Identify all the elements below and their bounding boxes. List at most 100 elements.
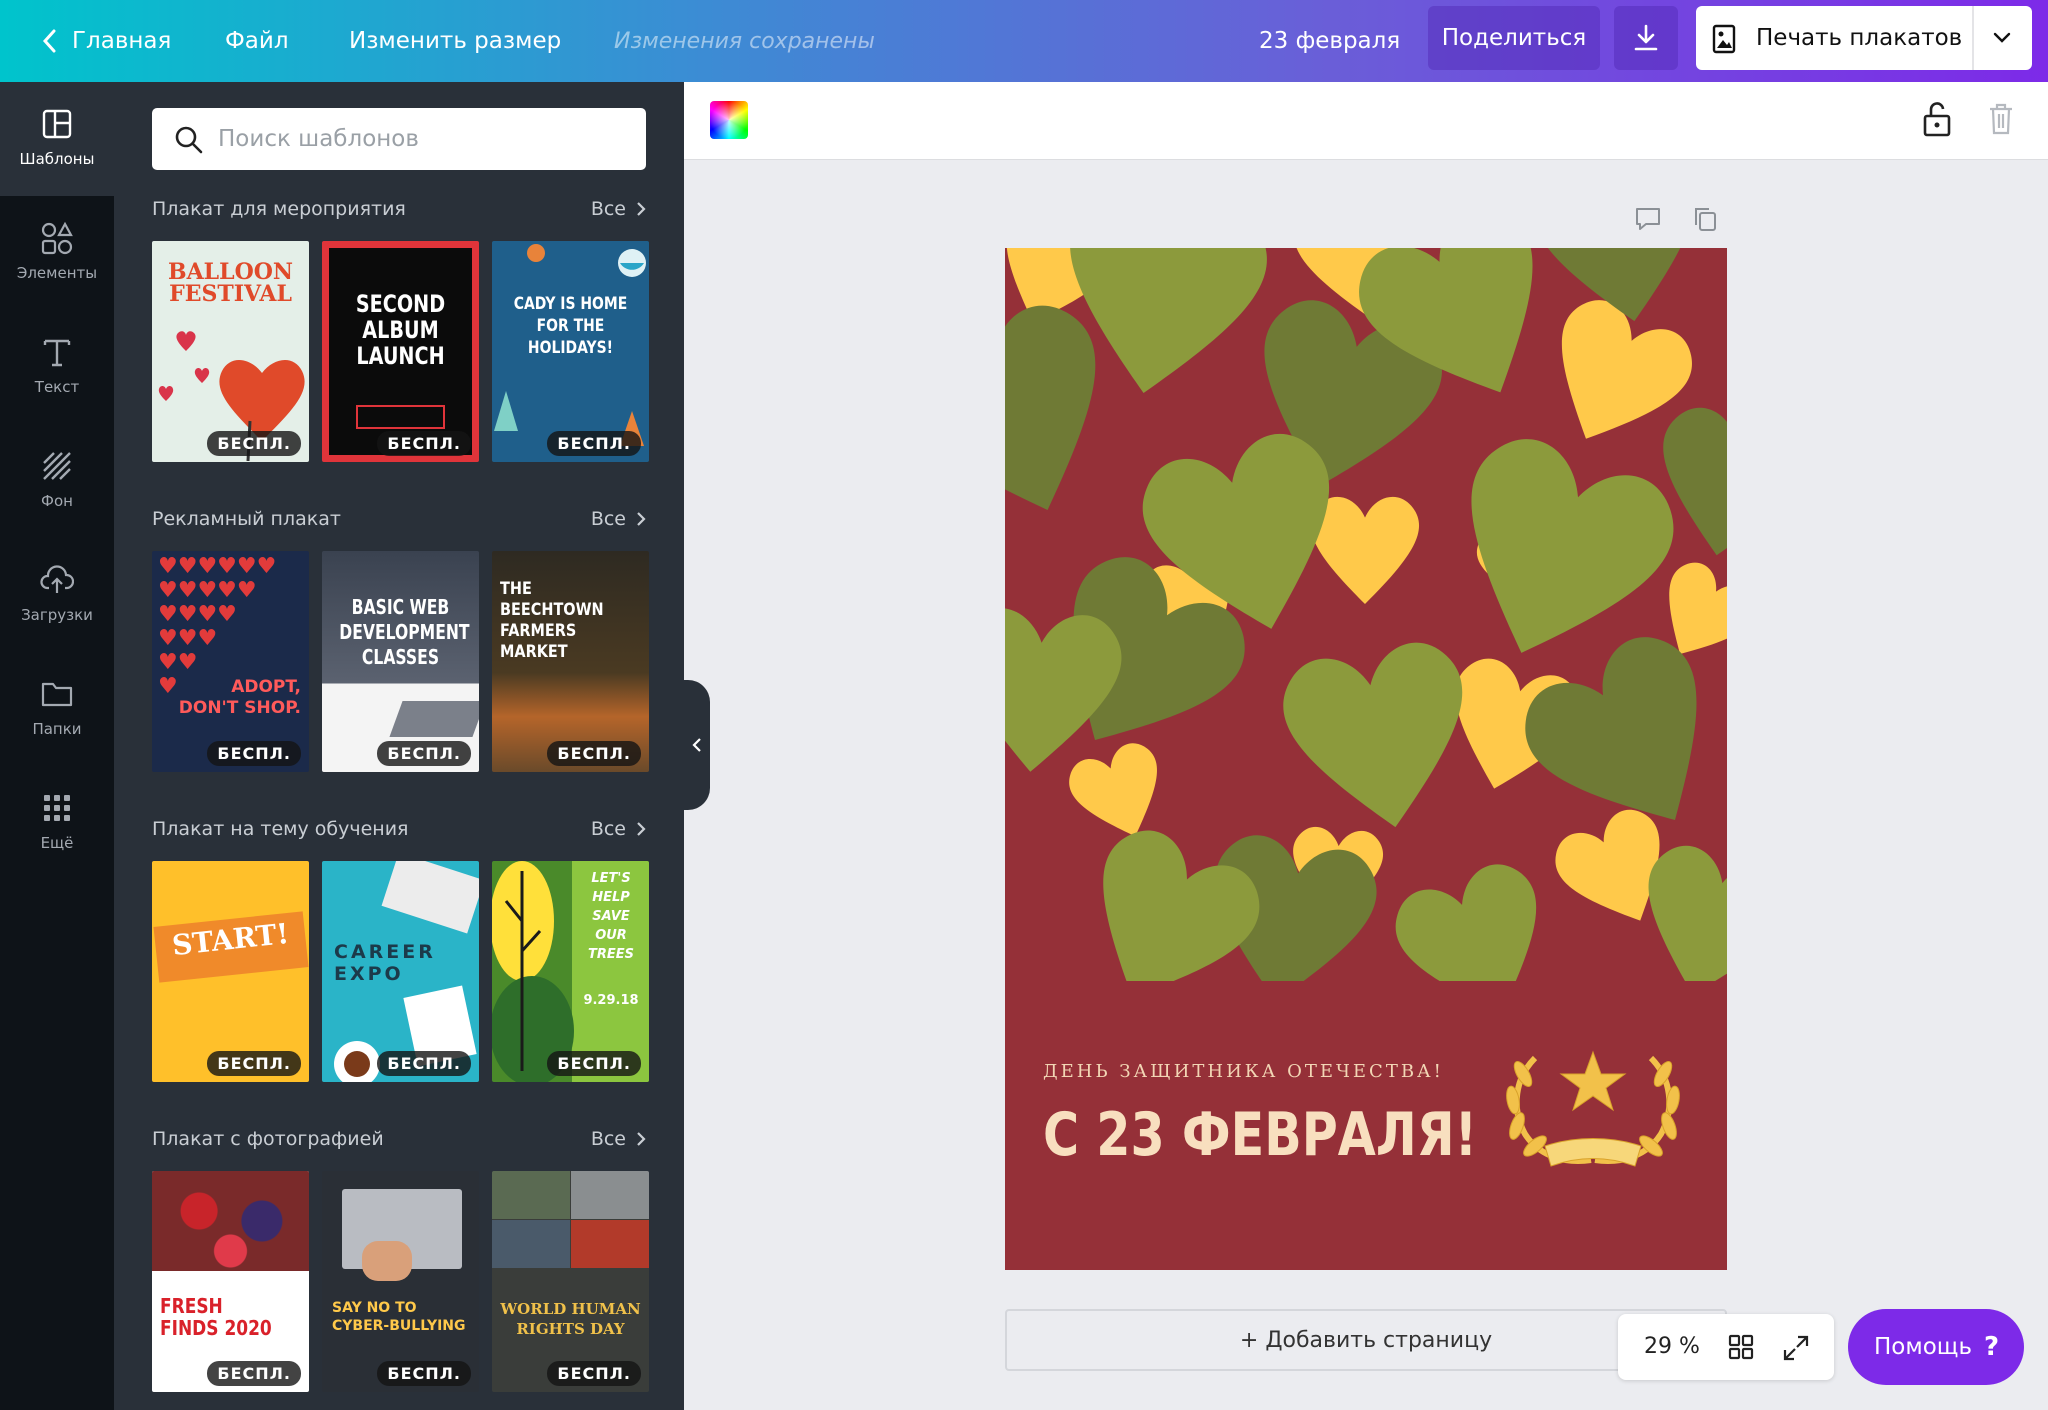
- help-button[interactable]: Помощь ?: [1848, 1309, 2024, 1385]
- rail-label: Фон: [41, 492, 73, 510]
- search-input[interactable]: [218, 108, 628, 170]
- thumb-title: TREES: [587, 947, 634, 962]
- thumb-title: THE BEECHTOWN: [500, 579, 604, 620]
- thumb-title: SAY NO TO: [332, 1300, 417, 1316]
- template-thumbnail[interactable]: CAREER EXPO БЕСПЛ.: [322, 861, 479, 1082]
- collapse-panel-button[interactable]: [684, 680, 710, 810]
- trash-icon[interactable]: [1988, 102, 2014, 136]
- fullscreen-icon[interactable]: [1782, 1334, 1810, 1362]
- svg-text:♥♥♥♥♥: ♥♥♥♥♥: [158, 578, 257, 603]
- question-mark-icon: ?: [1984, 1332, 2000, 1362]
- side-rail: Шаблоны Элементы Текст Фон Загрузки Папк…: [0, 82, 114, 1410]
- unlock-icon[interactable]: [1922, 100, 1952, 138]
- rail-label: Элементы: [16, 264, 98, 282]
- section-title: Рекламный плакат: [152, 508, 341, 530]
- see-all-link[interactable]: Все: [591, 499, 646, 539]
- rail-item-text[interactable]: Текст: [0, 310, 114, 424]
- thumb-title: DEVELOPMENT: [339, 620, 470, 644]
- template-thumbnail[interactable]: BASIC WEB DEVELOPMENT CLASSES БЕСПЛ.: [322, 551, 479, 772]
- free-badge: БЕСПЛ.: [377, 1051, 471, 1076]
- print-label: Печать плакатов: [1756, 25, 1963, 51]
- folder-icon: [39, 676, 75, 712]
- editor-toolbar: [684, 82, 2048, 160]
- poster-subtitle[interactable]: ДЕНЬ ЗАЩИТНИКА ОТЕЧЕСТВА!: [1043, 1061, 1444, 1082]
- hearts-pattern: [1005, 248, 1727, 981]
- rail-item-uploads[interactable]: Загрузки: [0, 538, 114, 652]
- upload-icon: [39, 562, 75, 598]
- chevron-right-icon: [637, 202, 646, 216]
- template-thumbnail[interactable]: SECOND ALBUM LAUNCH БЕСПЛ.: [322, 241, 479, 462]
- svg-text:♥♥♥♥: ♥♥♥♥: [158, 602, 237, 627]
- elements-icon: [39, 220, 75, 256]
- section-header: Плакат для мероприятия Все: [152, 189, 646, 229]
- download-button[interactable]: [1614, 6, 1678, 70]
- see-all-link[interactable]: Все: [591, 1119, 646, 1159]
- thumb-title: WORLD HUMAN: [500, 1300, 641, 1318]
- file-menu[interactable]: Файл: [225, 0, 289, 82]
- chevron-left-icon: [692, 738, 701, 752]
- section-header: Рекламный плакат Все: [152, 499, 646, 539]
- see-all-link[interactable]: Все: [591, 809, 646, 849]
- thumb-title: HELP: [592, 890, 630, 905]
- rail-item-background[interactable]: Фон: [0, 424, 114, 538]
- save-status: Изменения сохранены: [614, 28, 875, 54]
- see-all-link[interactable]: Все: [591, 189, 646, 229]
- template-thumbnail[interactable]: BALLOON FESTIVAL БЕСПЛ.: [152, 241, 309, 462]
- template-search: [152, 108, 646, 170]
- free-badge: БЕСПЛ.: [547, 1051, 641, 1076]
- color-picker-swatch[interactable]: [710, 101, 748, 139]
- text-icon: [39, 334, 75, 370]
- grid-view-icon[interactable]: [1728, 1334, 1754, 1360]
- thumb-title: FESTIVAL: [169, 281, 292, 307]
- rail-item-more[interactable]: Ещё: [0, 766, 114, 880]
- template-thumbnail[interactable]: SAY NO TO CYBER-BULLYING БЕСПЛ.: [322, 1171, 479, 1392]
- thumb-title: LET'S: [591, 871, 631, 886]
- thumb-title: EXPO: [334, 963, 404, 985]
- free-badge: БЕСПЛ.: [207, 741, 301, 766]
- help-label: Помощь: [1874, 1334, 1973, 1360]
- print-options-dropdown[interactable]: [1972, 6, 2032, 70]
- template-thumbnail[interactable]: WORLD HUMAN RIGHTS DAY БЕСПЛ.: [492, 1171, 649, 1392]
- print-posters-button[interactable]: Печать плакатов: [1696, 6, 2032, 70]
- template-thumbnail[interactable]: ♥♥♥♥♥♥ ♥♥♥♥♥ ♥♥♥♥ ♥♥♥ ♥♥ ♥ ADOPT, DON'T S…: [152, 551, 309, 772]
- templates-icon: [39, 106, 75, 142]
- resize-button[interactable]: Изменить размер: [349, 0, 561, 82]
- free-badge: БЕСПЛ.: [547, 741, 641, 766]
- free-badge: БЕСПЛ.: [207, 1361, 301, 1386]
- section-title: Плакат на тему обучения: [152, 818, 409, 840]
- template-thumbnail[interactable]: FRESH FINDS 2020 БЕСПЛ.: [152, 1171, 309, 1392]
- poster-title[interactable]: С 23 ФЕВРАЛЯ!: [1043, 1100, 1477, 1170]
- free-badge: БЕСПЛ.: [377, 1361, 471, 1386]
- thumb-date: 9.29.18: [583, 993, 639, 1008]
- template-thumbnail[interactable]: START! БЕСПЛ.: [152, 861, 309, 1082]
- thumb-title: FOR THE: [536, 316, 605, 336]
- duplicate-page-icon[interactable]: [1692, 205, 1718, 233]
- more-icon: [39, 790, 75, 826]
- template-thumbnail[interactable]: LET'S HELP SAVE OUR TREES 9.29.18 БЕСПЛ.: [492, 861, 649, 1082]
- home-button[interactable]: Главная: [40, 0, 171, 82]
- free-badge: БЕСПЛ.: [207, 1051, 301, 1076]
- see-all-label: Все: [590, 1128, 626, 1150]
- rail-item-folders[interactable]: Папки: [0, 652, 114, 766]
- templates-panel: Плакат для мероприятия Все BALLOONFESTIV…: [114, 82, 684, 1410]
- share-button[interactable]: Поделиться: [1428, 6, 1600, 70]
- search-icon: [175, 126, 203, 154]
- thumb-title: LAUNCH: [356, 342, 445, 370]
- template-thumbnail[interactable]: CADY IS HOME FOR THE HOLIDAYS! БЕСПЛ.: [492, 241, 649, 462]
- document-title[interactable]: 23 февраля: [1259, 0, 1400, 82]
- thumb-title: SECOND: [355, 290, 446, 318]
- zoom-controls: 29 %: [1618, 1314, 1834, 1380]
- zoom-level[interactable]: 29 %: [1644, 1314, 1700, 1380]
- free-badge: БЕСПЛ.: [207, 431, 301, 456]
- rail-item-templates[interactable]: Шаблоны: [0, 82, 114, 196]
- free-badge: БЕСПЛ.: [377, 431, 471, 456]
- comment-icon[interactable]: [1634, 206, 1662, 232]
- thumb-title: FARMERS: [500, 621, 577, 641]
- free-badge: БЕСПЛ.: [377, 741, 471, 766]
- rail-item-elements[interactable]: Элементы: [0, 196, 114, 310]
- poster-canvas[interactable]: ДЕНЬ ЗАЩИТНИКА ОТЕЧЕСТВА! С 23 ФЕВРАЛЯ!: [1005, 248, 1727, 1270]
- template-thumbnail[interactable]: THE BEECHTOWN FARMERS MARKET БЕСПЛ.: [492, 551, 649, 772]
- laurel-star-emblem[interactable]: [1495, 1038, 1691, 1174]
- thumb-title: ADOPT,: [231, 677, 301, 697]
- svg-text:♥♥♥: ♥♥♥: [158, 626, 217, 651]
